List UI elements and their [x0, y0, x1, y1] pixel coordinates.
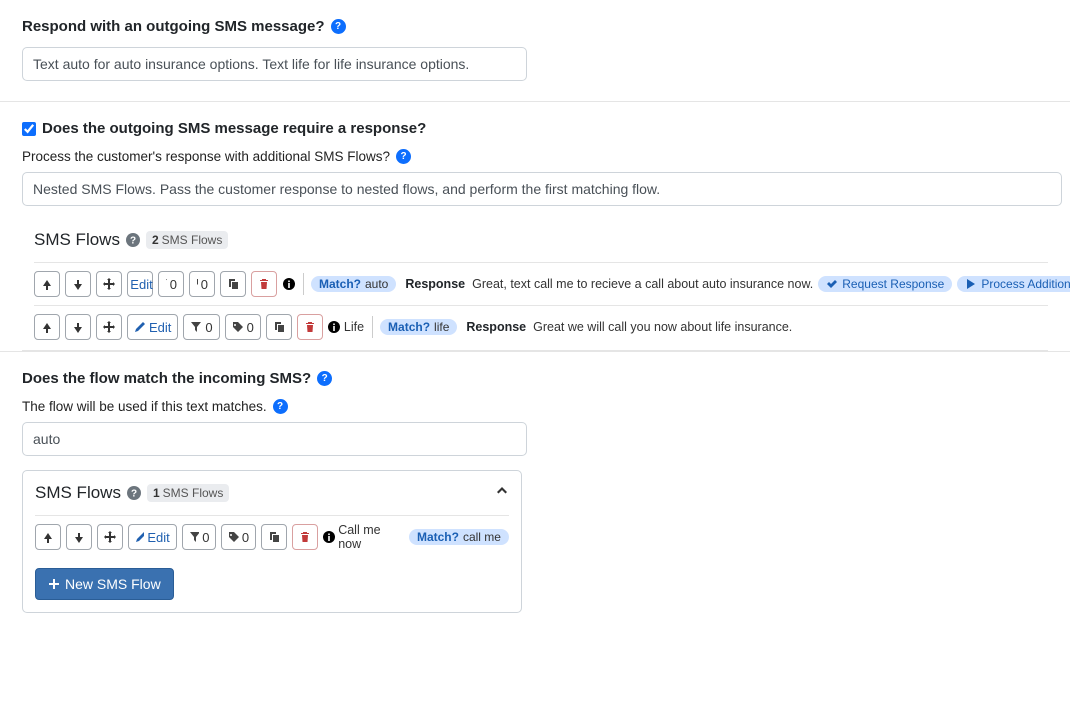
match-heading-text: Does the flow match the incoming SMS?	[22, 370, 311, 387]
request-response-pill: Request Response	[818, 276, 952, 292]
move-down-button[interactable]	[66, 524, 92, 550]
require-response-checkbox[interactable]	[22, 122, 36, 136]
tag-button[interactable]: 0	[189, 271, 215, 297]
delete-button[interactable]	[297, 314, 323, 340]
help-icon[interactable]: ?	[317, 371, 332, 386]
filter-count: 0	[205, 320, 212, 335]
flows-header: SMS Flows 2 SMS Flows	[34, 230, 1048, 250]
move-up-button[interactable]	[34, 314, 60, 340]
move-button[interactable]	[96, 271, 122, 297]
flow-info: Call me now	[323, 526, 402, 548]
flows-count-badge: 2 SMS Flows	[146, 231, 228, 249]
flow-info-label: Life	[344, 320, 364, 334]
help-icon[interactable]: ?	[396, 149, 411, 164]
help-icon[interactable]: ?	[331, 19, 346, 34]
help-icon[interactable]: ?	[273, 399, 288, 414]
match-pill: Match? life	[380, 319, 457, 335]
move-up-button[interactable]	[35, 524, 61, 550]
response-label: Response	[466, 320, 526, 334]
match-input[interactable]	[22, 422, 527, 456]
filter-button[interactable]: 0	[182, 524, 217, 550]
flows-panel-bottom: SMS Flows 1 SMS Flows Edit 0 0 Call me n…	[22, 470, 522, 613]
flows-count-badge: 1 SMS Flows	[147, 484, 229, 502]
delete-button[interactable]	[292, 524, 318, 550]
filter-button[interactable]: 0	[183, 314, 219, 340]
flow-row: Edit 0 0 Match? auto Response Great, text…	[34, 262, 1048, 305]
flows-count-label: SMS Flows	[163, 486, 224, 500]
response-text: Great we will call you now about life in…	[533, 320, 792, 334]
match-subtext-text: The flow will be used if this text match…	[22, 399, 267, 414]
match-subtext: The flow will be used if this text match…	[22, 399, 1048, 414]
match-value: life	[434, 320, 449, 334]
nested-desc-input[interactable]	[22, 172, 1062, 206]
tag-button[interactable]: 0	[225, 314, 261, 340]
process-subtext-text: Process the customer's response with add…	[22, 149, 390, 164]
respond-heading-text: Respond with an outgoing SMS message?	[22, 18, 325, 35]
flows-header: SMS Flows 1 SMS Flows	[35, 483, 509, 503]
response-text: Great, text call me to recieve a call ab…	[472, 277, 813, 291]
match-value: auto	[365, 277, 388, 291]
help-icon[interactable]	[126, 233, 140, 247]
edit-button[interactable]: Edit	[127, 314, 178, 340]
process-additional-pill: Process Additional SMS Flows	[957, 276, 1070, 292]
flows-count-label: SMS Flows	[162, 233, 223, 247]
require-response-section: Does the outgoing SMS message require a …	[0, 102, 1070, 352]
require-response-heading-text: Does the outgoing SMS message require a …	[42, 120, 426, 137]
move-button[interactable]	[96, 314, 122, 340]
copy-button[interactable]	[266, 314, 292, 340]
flows-panel-top: SMS Flows 2 SMS Flows Edit 0 0 Match? aut…	[22, 218, 1048, 351]
tag-count: 0	[247, 320, 254, 335]
info-icon	[323, 531, 335, 544]
tag-count: 0	[242, 530, 249, 545]
respond-heading: Respond with an outgoing SMS message? ?	[22, 18, 1048, 35]
require-response-heading: Does the outgoing SMS message require a …	[22, 120, 1048, 137]
flow-row: Edit 0 0 Call me now Match? call me	[35, 515, 509, 558]
filter-count: 0	[170, 277, 177, 292]
copy-button[interactable]	[261, 524, 287, 550]
edit-label: Edit	[149, 320, 171, 335]
flows-title: SMS Flows	[35, 483, 121, 503]
move-button[interactable]	[97, 524, 123, 550]
info-icon	[328, 321, 341, 334]
edit-label: Edit	[130, 277, 152, 292]
request-response-label: Request Response	[842, 277, 944, 291]
flow-info-label: Call me now	[338, 523, 402, 551]
match-heading: Does the flow match the incoming SMS? ?	[22, 370, 1048, 387]
info-icon	[282, 278, 295, 291]
flows-title: SMS Flows	[34, 230, 120, 250]
match-pill: Match? auto	[311, 276, 396, 292]
edit-button[interactable]: Edit	[128, 524, 177, 550]
respond-input[interactable]	[22, 47, 527, 81]
flow-row: Edit 0 0 Life Match? life Response Great …	[34, 305, 1048, 348]
move-down-button[interactable]	[65, 271, 91, 297]
flows-count: 1	[153, 486, 160, 500]
move-down-button[interactable]	[65, 314, 91, 340]
filter-count: 0	[202, 530, 209, 545]
process-subtext: Process the customer's response with add…	[22, 149, 1048, 164]
move-up-button[interactable]	[34, 271, 60, 297]
match-prefix: Match?	[417, 530, 459, 544]
copy-button[interactable]	[220, 271, 246, 297]
tag-button[interactable]: 0	[221, 524, 256, 550]
match-prefix: Match?	[319, 277, 361, 291]
help-icon[interactable]	[127, 486, 141, 500]
match-pill: Match? call me	[409, 529, 509, 545]
delete-button[interactable]	[251, 271, 277, 297]
process-additional-label: Process Additional SMS Flows	[981, 277, 1070, 291]
filter-button[interactable]: 0	[158, 271, 184, 297]
edit-button[interactable]: Edit	[127, 271, 153, 297]
flow-info: Life	[328, 316, 373, 338]
response-label: Response	[405, 277, 465, 291]
match-prefix: Match?	[388, 320, 430, 334]
flows-count: 2	[152, 233, 159, 247]
respond-section: Respond with an outgoing SMS message? ?	[0, 0, 1070, 102]
flow-info	[282, 273, 304, 295]
tag-count: 0	[201, 277, 208, 292]
edit-label: Edit	[147, 530, 169, 545]
new-sms-flow-button[interactable]: New SMS Flow	[35, 568, 174, 600]
new-sms-flow-label: New SMS Flow	[65, 576, 161, 592]
match-section: Does the flow match the incoming SMS? ? …	[0, 352, 1070, 633]
collapse-button[interactable]	[495, 483, 509, 497]
match-value: call me	[463, 530, 501, 544]
